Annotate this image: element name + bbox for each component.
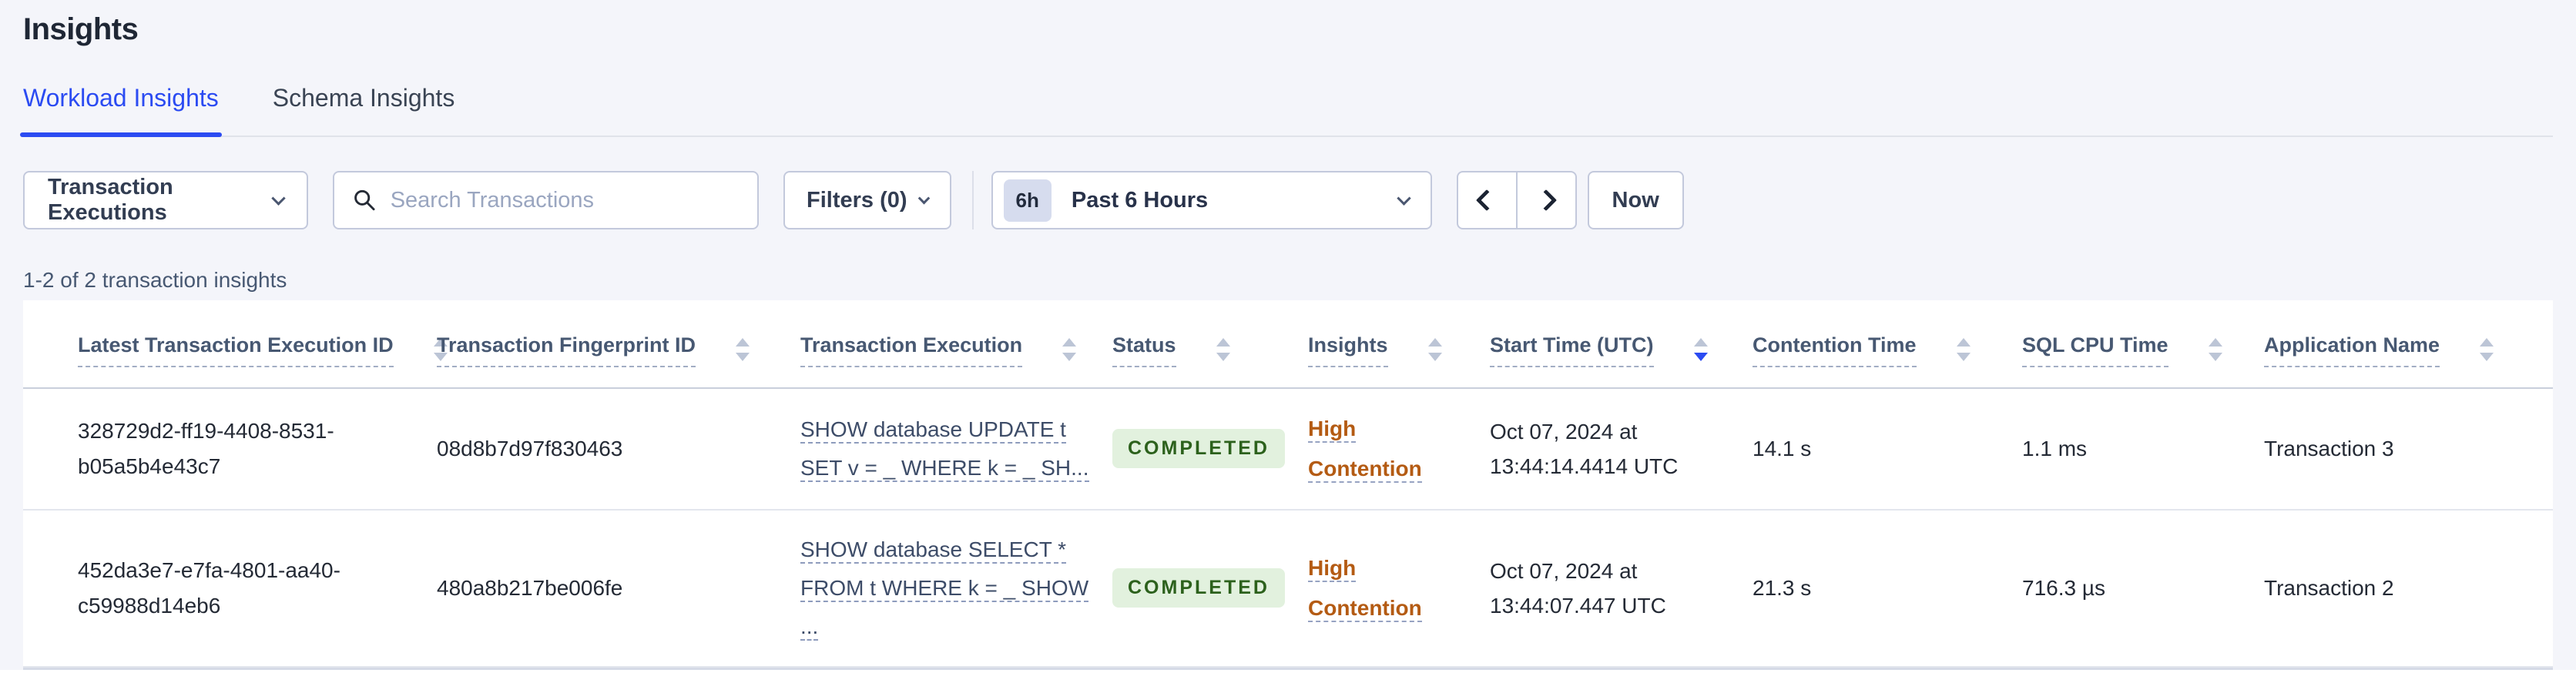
column-header-start-time[interactable]: Start Time (UTC) — [1490, 300, 1753, 389]
cell-sql-cpu-time: 1.1 ms — [2022, 387, 2264, 511]
cell-contention-time: 21.3 s — [1753, 509, 2022, 668]
sort-icon — [1216, 338, 1230, 362]
cell-application-name: Transaction 3 — [2264, 387, 2553, 511]
time-range-badge: 6h — [1003, 179, 1052, 222]
now-button[interactable]: Now — [1587, 171, 1684, 229]
cell-contention-time: 14.1 s — [1753, 387, 2022, 511]
statement-link[interactable]: FROM t WHERE k = _ SHOW — [800, 575, 1089, 602]
table-row: 452da3e7-e7fa-4801-aa40- c59988d14eb6 48… — [23, 509, 2553, 668]
insight-link[interactable]: Contention — [1308, 595, 1422, 622]
chevron-left-icon — [1475, 189, 1498, 212]
next-time-range-button[interactable] — [1515, 171, 1577, 229]
page-title: Insights — [23, 12, 139, 46]
column-header-latest-transaction-execution-id[interactable]: Latest Transaction Execution ID — [23, 300, 448, 389]
column-header-status[interactable]: Status — [1112, 300, 1308, 389]
toolbar-divider — [971, 171, 974, 229]
search-box[interactable] — [333, 171, 759, 229]
filters-button[interactable]: Filters (0) — [783, 171, 951, 229]
sort-desc-icon — [1693, 338, 1708, 362]
cell-fingerprint-id: 480a8b217be006fe — [437, 509, 800, 668]
column-header-contention-time[interactable]: Contention Time — [1753, 300, 2022, 389]
time-range-pager — [1456, 171, 1577, 229]
sort-icon — [736, 338, 750, 362]
cell-status: COMPLETED — [1112, 387, 1308, 511]
statement-link[interactable]: ... — [800, 614, 819, 641]
workload-type-dropdown[interactable]: Transaction Executions — [23, 171, 308, 229]
chevron-down-icon — [1396, 190, 1411, 206]
page-bottom-strip — [0, 669, 2576, 683]
sort-icon — [1062, 338, 1077, 362]
search-icon — [354, 189, 375, 211]
column-header-transaction-execution[interactable]: Transaction Execution — [800, 300, 1112, 389]
tab-schema-insights[interactable]: Schema Insights — [273, 84, 455, 136]
statement-link[interactable]: SHOW database UPDATE t — [800, 417, 1066, 444]
status-badge: COMPLETED — [1112, 568, 1285, 608]
search-input[interactable] — [390, 187, 739, 213]
results-summary: 1-2 of 2 transaction insights — [23, 268, 287, 292]
column-header-insights[interactable]: Insights — [1308, 300, 1490, 389]
cell-execution-id: 452da3e7-e7fa-4801-aa40- c59988d14eb6 — [23, 509, 437, 668]
insight-link[interactable]: High — [1308, 555, 1357, 582]
cell-execution-id: 328729d2-ff19-4408-8531- b05a5b4e43c7 — [23, 387, 437, 511]
column-header-transaction-fingerprint-id[interactable]: Transaction Fingerprint ID — [437, 300, 800, 389]
cell-insights: High Contention — [1308, 387, 1490, 511]
cell-fingerprint-id: 08d8b7d97f830463 — [437, 387, 800, 511]
toolbar: Transaction Executions Filters (0) 6h Pa… — [23, 171, 2553, 229]
tab-workload-insights[interactable]: Workload Insights — [20, 84, 222, 137]
cell-application-name: Transaction 2 — [2264, 509, 2553, 668]
cell-sql-cpu-time: 716.3 µs — [2022, 509, 2264, 668]
filters-button-label: Filters (0) — [807, 187, 907, 213]
insight-link[interactable]: Contention — [1308, 456, 1422, 483]
column-header-application-name[interactable]: Application Name — [2264, 300, 2553, 389]
previous-time-range-button[interactable] — [1456, 171, 1518, 229]
statement-link[interactable]: SET v = _ WHERE k = _ SH... — [800, 455, 1089, 482]
sort-icon — [1956, 338, 1971, 362]
sort-icon — [2480, 338, 2494, 362]
cell-start-time: Oct 07, 2024 at 13:44:07.447 UTC — [1490, 509, 1753, 668]
insights-table-card: Latest Transaction Execution ID Transact… — [23, 300, 2553, 670]
time-range-label: Past 6 Hours — [1071, 187, 1209, 213]
cell-start-time: Oct 07, 2024 at 13:44:14.4414 UTC — [1490, 387, 1753, 511]
status-badge: COMPLETED — [1112, 429, 1285, 469]
sort-icon — [1427, 338, 1442, 362]
cell-transaction-execution: SHOW database UPDATE t SET v = _ WHERE k… — [800, 387, 1112, 511]
time-range-dropdown[interactable]: 6h Past 6 Hours — [991, 171, 1432, 229]
table-header-row: Latest Transaction Execution ID Transact… — [23, 300, 2553, 389]
now-button-label: Now — [1612, 187, 1659, 213]
workload-type-dropdown-label: Transaction Executions — [48, 175, 173, 225]
insight-link[interactable]: High — [1308, 416, 1357, 443]
chevron-down-icon — [917, 192, 930, 204]
chevron-right-icon — [1535, 189, 1558, 212]
statement-link[interactable]: SHOW database SELECT * — [800, 537, 1066, 564]
column-header-sql-cpu-time[interactable]: SQL CPU Time — [2022, 300, 2264, 389]
cell-status: COMPLETED — [1112, 509, 1308, 668]
cell-insights: High Contention — [1308, 509, 1490, 668]
table-row: 328729d2-ff19-4408-8531- b05a5b4e43c7 08… — [23, 387, 2553, 511]
sort-icon — [2208, 338, 2222, 362]
transaction-insights-table: Latest Transaction Execution ID Transact… — [23, 300, 2553, 668]
cell-transaction-execution: SHOW database SELECT * FROM t WHERE k = … — [800, 509, 1112, 668]
insights-tabs: Workload Insights Schema Insights — [20, 84, 2553, 137]
chevron-down-icon — [271, 190, 286, 206]
